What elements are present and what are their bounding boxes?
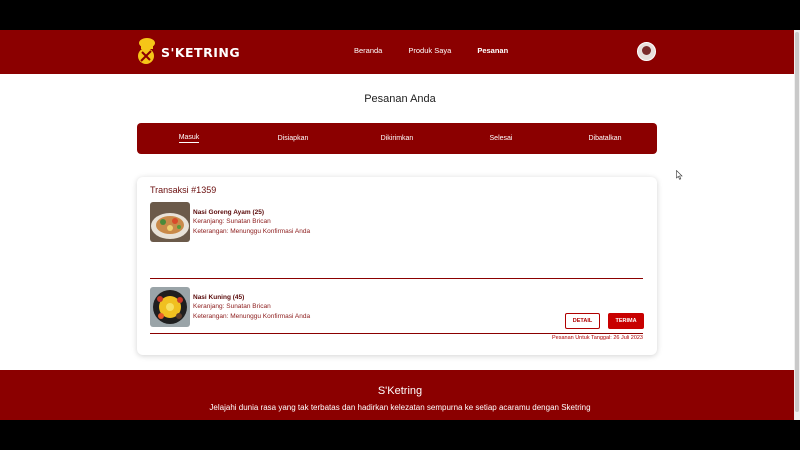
footer-title: S'Ketring <box>377 385 423 397</box>
accept-button[interactable]: TERIMA <box>608 313 644 329</box>
order-status-tabs: Masuk Disiapkan Dikirimkan Selesai Dibat… <box>137 123 657 154</box>
order-item-cart: Keranjang: Sunatan Brican <box>193 303 271 310</box>
order-title: Transaksi #1359 <box>150 185 217 195</box>
tab-label: Masuk <box>178 134 200 143</box>
divider <box>150 333 643 334</box>
order-item-cart: Keranjang: Sunatan Brican <box>193 218 271 225</box>
navbar: S'KETRING Beranda Produk Saya Pesanan <box>0 30 800 74</box>
footer: S'Ketring Jelajahi dunia rasa yang tak t… <box>0 370 800 420</box>
tab-label: Dikirimkan <box>380 134 414 142</box>
mouse-cursor-icon <box>676 167 683 185</box>
tab-label: Dibatalkan <box>588 134 622 142</box>
page-title: Pesanan Anda <box>364 93 436 105</box>
order-item-info: Nasi Goreng Ayam (25) Keranjang: Sunatan… <box>193 208 310 237</box>
order-item-note: Keterangan: Menunggu Konfirmasi Anda <box>193 313 311 320</box>
nav-link-produk-saya[interactable]: Produk Saya <box>408 46 451 55</box>
vertical-scrollbar[interactable] <box>794 30 800 420</box>
yellow-rice-icon <box>150 287 190 327</box>
order-card: Transaksi #1359 Nasi Goreng Ayam (25) Ke… <box>137 177 657 355</box>
avatar-image-icon <box>642 46 651 55</box>
brand-name: S'KETRING <box>161 44 241 60</box>
order-date-note: Pesanan Untuk Tanggal: 26 Juli 2023 <box>551 335 643 341</box>
divider <box>150 278 643 279</box>
detail-button[interactable]: DETAIL <box>565 313 600 329</box>
browser-viewport: S'KETRING Beranda Produk Saya Pesanan Pe… <box>0 30 800 420</box>
tab-dibatalkan[interactable]: Dibatalkan <box>553 135 657 143</box>
order-item-name: Nasi Goreng Ayam (25) <box>193 209 265 216</box>
nav-links: Beranda Produk Saya Pesanan <box>354 46 534 55</box>
tab-label: Selesai <box>489 134 513 142</box>
tab-label: Disiapkan <box>277 134 309 142</box>
nav-link-pesanan[interactable]: Pesanan <box>477 46 508 55</box>
scrollbar-thumb[interactable] <box>795 32 799 412</box>
order-item-info: Nasi Kuning (45) Keranjang: Sunatan Bric… <box>193 293 310 322</box>
fried-rice-icon <box>150 202 190 242</box>
order-item-name: Nasi Kuning (45) <box>193 294 245 301</box>
brand-logo[interactable]: S'KETRING <box>136 37 240 67</box>
chef-hat-logo-icon <box>138 38 155 64</box>
avatar[interactable] <box>637 42 656 61</box>
tab-dikirimkan[interactable]: Dikirimkan <box>345 135 449 143</box>
order-item: Nasi Goreng Ayam (25) Keranjang: Sunatan… <box>150 202 643 248</box>
tab-selesai[interactable]: Selesai <box>449 135 553 143</box>
order-item-note: Keterangan: Menunggu Konfirmasi Anda <box>193 228 311 235</box>
nav-link-beranda[interactable]: Beranda <box>354 46 382 55</box>
footer-description: Jelajahi dunia rasa yang tak terbatas da… <box>209 403 591 412</box>
tab-masuk[interactable]: Masuk <box>137 134 241 143</box>
tab-disiapkan[interactable]: Disiapkan <box>241 135 345 143</box>
